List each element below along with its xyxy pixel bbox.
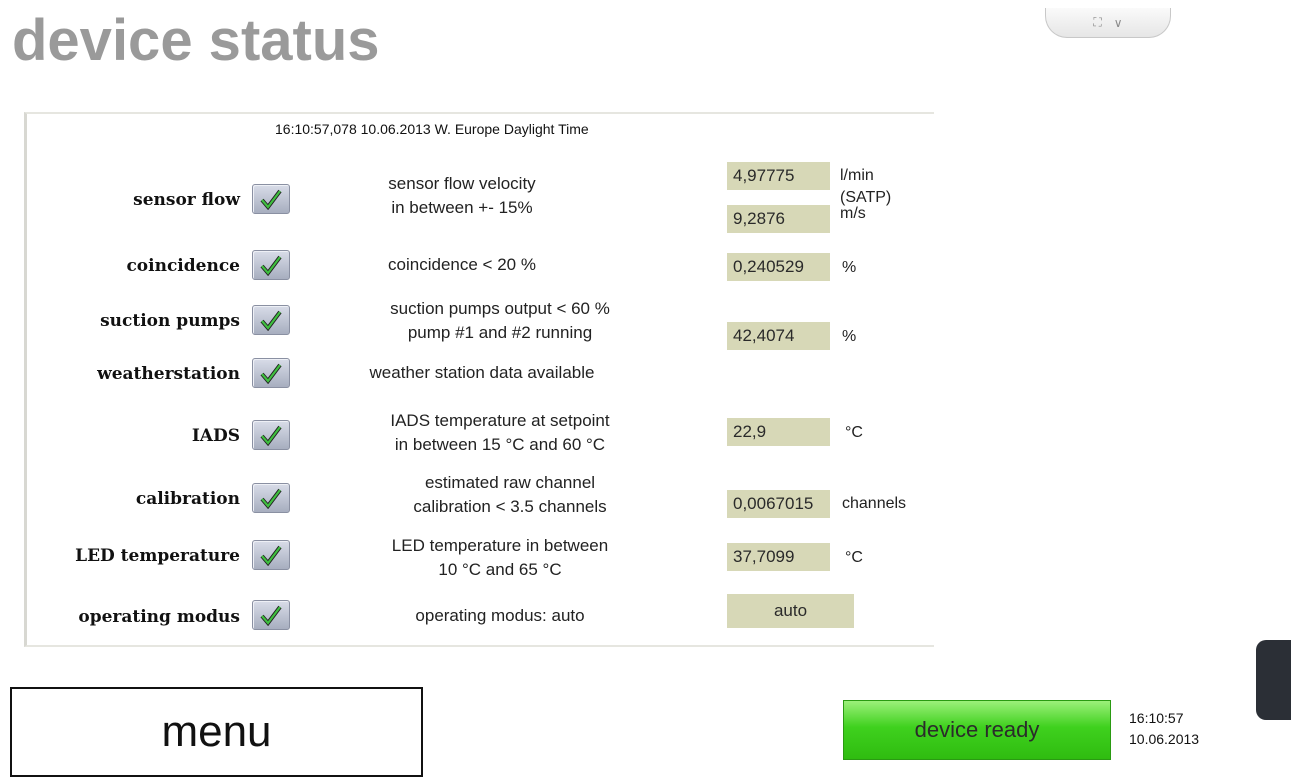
row-description-calibration: estimated raw channel calibration < 3.5 … (340, 471, 680, 519)
description-line: pump #1 and #2 running (407, 323, 593, 342)
checkmark-icon (260, 363, 282, 384)
status-check-operating-modus (252, 600, 290, 630)
unit-celsius: °C (845, 549, 863, 566)
row-description-operating-modus: operating modus: auto (330, 604, 670, 628)
row-description-coincidence: coincidence < 20 % (292, 253, 632, 277)
checkmark-icon (260, 488, 282, 509)
value-operating-modus: auto (727, 594, 854, 628)
row-label-iads: IADS (191, 426, 240, 446)
checkmark-icon (260, 310, 282, 331)
clock-date: 10.06.2013 (1129, 731, 1200, 747)
row-label-weatherstation: weatherstation (97, 364, 240, 384)
value-coincidence: 0,240529 (727, 253, 830, 281)
page-title: device status (12, 8, 380, 73)
unit-ms: m/s (840, 205, 866, 222)
description-line: 10 °C and 65 °C (438, 560, 562, 579)
description-line: weather station data available (369, 363, 595, 382)
value-sensor-flow-lmin: 4,97775 (727, 162, 830, 190)
row-description-weatherstation: weather station data available (312, 361, 652, 385)
clock-time: 16:10:57 (1129, 710, 1184, 726)
status-check-led-temperature (252, 540, 290, 570)
panel-timestamp: 16:10:57,078 10.06.2013 W. Europe Daylig… (275, 121, 589, 137)
row-label-operating-modus: operating modus (78, 607, 240, 627)
description-line: coincidence < 20 % (388, 255, 536, 274)
value-suction-pumps: 42,4074 (727, 322, 830, 350)
menu-button[interactable]: menu (10, 687, 423, 777)
row-label-suction-pumps: suction pumps (100, 311, 240, 331)
row-description-suction-pumps: suction pumps output < 60 % pump #1 and … (330, 297, 670, 345)
description-line: suction pumps output < 60 % (390, 299, 610, 318)
unit-lmin: l/min (840, 167, 874, 184)
row-description-led-temperature: LED temperature in between 10 °C and 65 … (330, 534, 670, 582)
status-check-coincidence (252, 250, 290, 280)
checkmark-icon (260, 545, 282, 566)
status-check-suction-pumps (252, 305, 290, 335)
row-description-iads: IADS temperature at setpoint in between … (330, 409, 670, 457)
window-controls: ⛶ ∨ (1045, 8, 1171, 38)
row-description-sensor-flow: sensor flow velocity in between +- 15% (292, 172, 632, 220)
checkmark-icon (260, 189, 282, 210)
side-panel-tab[interactable] (1256, 640, 1291, 720)
unit-percent: % (842, 328, 857, 345)
status-check-sensor-flow (252, 184, 290, 214)
description-line: estimated raw channel (424, 473, 596, 492)
description-line: calibration < 3.5 channels (413, 497, 607, 516)
unit-percent: % (842, 259, 857, 276)
value-led-temperature: 37,7099 (727, 543, 830, 571)
description-line: in between +- 15% (391, 198, 533, 217)
unit-satp: (SATP) (840, 189, 892, 206)
row-label-led-temperature: LED temperature (75, 546, 240, 566)
value-sensor-flow-ms: 9,2876 (727, 205, 830, 233)
description-line: LED temperature in between (391, 536, 609, 555)
chevron-down-icon[interactable]: ∨ (1114, 16, 1123, 30)
fullscreen-icon[interactable]: ⛶ (1093, 15, 1101, 30)
row-label-calibration: calibration (135, 489, 240, 509)
status-check-calibration (252, 483, 290, 513)
checkmark-icon (260, 255, 282, 276)
row-label-sensor-flow: sensor flow (133, 190, 240, 210)
unit-celsius: °C (845, 424, 863, 441)
device-ready-button[interactable]: device ready (843, 700, 1111, 760)
unit-channels: channels (842, 495, 907, 512)
description-line: operating modus: auto (415, 606, 585, 625)
row-label-coincidence: coincidence (126, 256, 240, 276)
checkmark-icon (260, 425, 282, 446)
checkmark-icon (260, 605, 282, 626)
description-line: in between 15 °C and 60 °C (394, 435, 606, 454)
status-check-iads (252, 420, 290, 450)
status-check-weatherstation (252, 358, 290, 388)
value-iads: 22,9 (727, 418, 830, 446)
description-line: sensor flow velocity (388, 174, 536, 193)
description-line: IADS temperature at setpoint (390, 411, 610, 430)
value-calibration: 0,0067015 (727, 490, 830, 518)
